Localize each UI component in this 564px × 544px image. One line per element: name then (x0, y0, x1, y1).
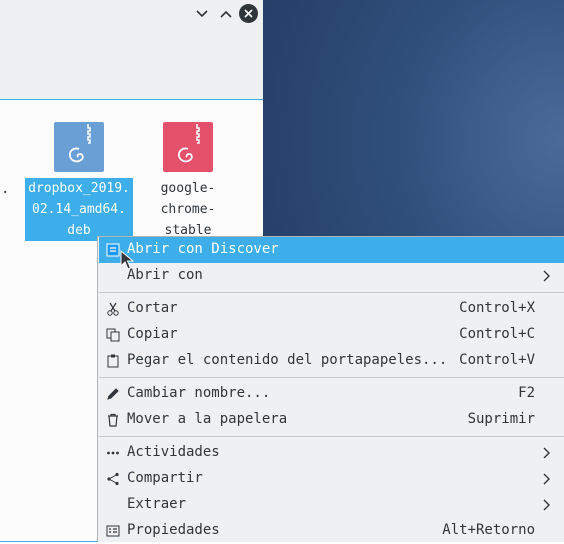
menu-item-label: Abrir con (127, 267, 203, 283)
menu-item-paste[interactable]: Pegar el contenido del portapapeles... C… (99, 348, 564, 374)
menu-item-shortcut: F2 (518, 385, 535, 401)
menu-item-label: Abrir con Discover (127, 241, 279, 257)
menu-item-label: Compartir (127, 470, 203, 486)
deb-icon-body (54, 122, 104, 172)
toolbar-area (0, 27, 263, 99)
chevron-right-icon (543, 473, 550, 485)
share-icon (105, 471, 121, 487)
file-item-dropbox[interactable]: dropbox_2019. 02.14_amd64. deb (24, 118, 134, 241)
file-label-line: google- (160, 181, 216, 196)
pencil-icon (105, 386, 121, 402)
discover-icon (105, 242, 121, 258)
file-label-line: chrome- (160, 202, 216, 217)
menu-item-shortcut: Control+X (459, 300, 535, 316)
file-label-dropbox: dropbox_2019. 02.14_amd64. deb (25, 178, 133, 241)
minimize-button[interactable] (192, 4, 211, 23)
properties-icon (105, 523, 121, 539)
deb-package-icon (163, 122, 213, 172)
title-bar (0, 0, 263, 27)
paste-icon (105, 353, 121, 369)
scissors-icon (105, 301, 121, 317)
close-icon (239, 4, 258, 23)
deb-icon-body (163, 122, 213, 172)
menu-item-share[interactable]: Compartir (99, 466, 564, 492)
menu-item-move-to-trash[interactable]: Mover a la papelera Suprimir (99, 407, 564, 433)
menu-item-open-with[interactable]: Abrir con (99, 263, 564, 289)
menu-item-label: Pegar el contenido del portapapeles... (127, 352, 448, 368)
file-label-line: 02.14_amd64. (32, 202, 126, 217)
mouse-cursor (120, 250, 134, 270)
copy-icon (105, 327, 121, 343)
maximize-button[interactable] (216, 4, 235, 23)
deb-package-icon (54, 122, 104, 172)
menu-item-shortcut: Control+C (459, 326, 535, 342)
activities-icon (105, 445, 121, 461)
menu-item-shortcut: Suprimir (467, 411, 535, 427)
menu-item-rename[interactable]: Cambiar nombre... F2 (99, 381, 564, 407)
menu-item-label: Mover a la papelera (127, 411, 288, 427)
menu-item-copy[interactable]: Copiar Control+C (99, 322, 564, 348)
menu-item-label: Cortar (127, 300, 178, 316)
chevron-right-icon (543, 270, 550, 282)
menu-separator (99, 436, 564, 437)
menu-item-properties[interactable]: Propiedades Alt+Retorno (99, 518, 564, 544)
menu-item-label: Extraer (127, 496, 187, 512)
menu-separator (99, 377, 564, 378)
chevron-right-icon (543, 499, 550, 511)
chevron-down-icon (195, 9, 208, 17)
chevron-right-icon (543, 447, 550, 459)
close-button[interactable] (239, 4, 258, 23)
file-item-google-chrome[interactable]: google- chrome- stable (150, 118, 226, 241)
menu-item-open-with-discover[interactable]: Abrir con Discover (99, 237, 564, 263)
menu-separator (99, 292, 564, 293)
file-label-line: dropbox_2019. (28, 181, 130, 196)
context-menu: Abrir con Discover Abrir con Cortar Cont… (97, 236, 564, 542)
chevron-up-icon (219, 10, 232, 18)
menu-item-label: Actividades (127, 444, 220, 460)
menu-item-shortcut: Alt+Retorno (442, 522, 535, 538)
menu-item-extract[interactable]: Extraer (99, 492, 564, 518)
truncated-filename: . (1, 181, 10, 197)
menu-item-cut[interactable]: Cortar Control+X (99, 296, 564, 322)
trash-icon (105, 412, 121, 428)
menu-item-label: Copiar (127, 326, 178, 342)
menu-item-label: Cambiar nombre... (127, 385, 271, 401)
menu-item-label: Propiedades (127, 522, 220, 538)
menu-item-shortcut: Control+V (459, 352, 535, 368)
menu-item-activities[interactable]: Actividades (99, 440, 564, 466)
